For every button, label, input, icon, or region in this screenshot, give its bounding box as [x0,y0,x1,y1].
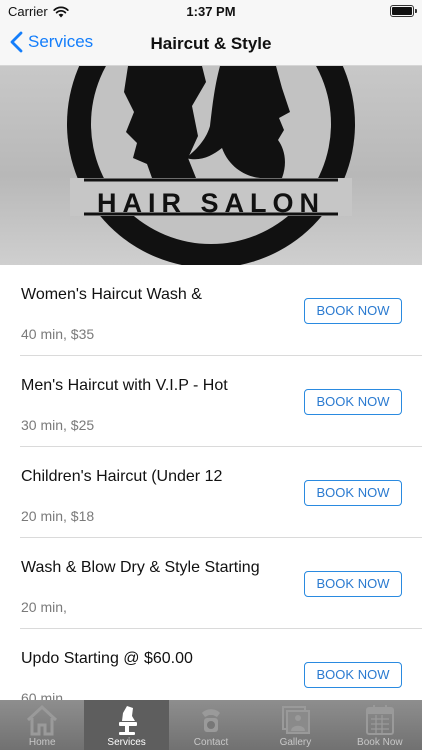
home-icon [27,704,58,736]
service-name: Updo Starting @ $60.00 [21,650,193,667]
service-row: Men's Haircut with V.I.P - Hot 30 min, $… [20,356,422,447]
service-meta: 40 min, $35 [21,326,95,342]
barber-chair-icon [118,706,137,735]
logo-text: HAIR SALON [97,188,325,218]
service-meta: 20 min, [21,599,67,615]
service-row: Wash & Blow Dry & Style Starting 20 min,… [20,538,422,629]
calendar-icon [365,705,394,735]
tab-bar: Home Services Contact Gallery Book Now [0,700,422,750]
service-meta: 30 min, $25 [21,417,95,433]
tab-gallery[interactable]: Gallery [253,700,337,750]
battery-fill [392,7,412,15]
tab-contact[interactable]: Contact [169,700,253,750]
book-now-button[interactable]: BOOK NOW [304,389,402,415]
service-name: Men's Haircut with V.I.P - Hot [21,377,228,394]
tab-home[interactable]: Home [0,700,84,750]
tab-label: Home [28,737,56,748]
book-now-button[interactable]: BOOK NOW [304,480,402,506]
salon-logo-banner: HAIR SALON [0,66,422,265]
battery-icon [390,5,417,17]
book-now-button[interactable]: BOOK NOW [304,571,402,597]
book-now-button[interactable]: BOOK NOW [304,662,402,688]
photo-gallery-icon [282,706,311,734]
page-title: Haircut & Style [150,34,272,53]
tab-label: Book Now [357,737,403,748]
tab-label: Gallery [279,737,312,748]
book-now-button[interactable]: BOOK NOW [304,298,402,324]
service-name: Wash & Blow Dry & Style Starting [21,559,260,576]
tab-book-now[interactable]: Book Now [338,700,422,750]
service-row: Children's Haircut (Under 12 20 min, $18… [20,447,422,538]
service-name: Children's Haircut (Under 12 [21,468,223,485]
service-list: Women's Haircut Wash & 40 min, $35 BOOK … [0,265,422,720]
service-name: Women's Haircut Wash & [21,286,202,303]
phone-icon [202,709,221,732]
status-time: 1:37 PM [186,4,236,19]
tab-label: Contact [193,737,229,748]
tab-label: Services [107,737,146,748]
service-row: Women's Haircut Wash & 40 min, $35 BOOK … [20,265,422,356]
nav-bar: Services Haircut & Style [0,22,422,66]
salon-logo-icon [67,66,355,265]
service-meta: 20 min, $18 [21,508,95,524]
tab-services[interactable]: Services [84,700,169,750]
status-bar: Carrier 1:37 PM [0,0,422,22]
